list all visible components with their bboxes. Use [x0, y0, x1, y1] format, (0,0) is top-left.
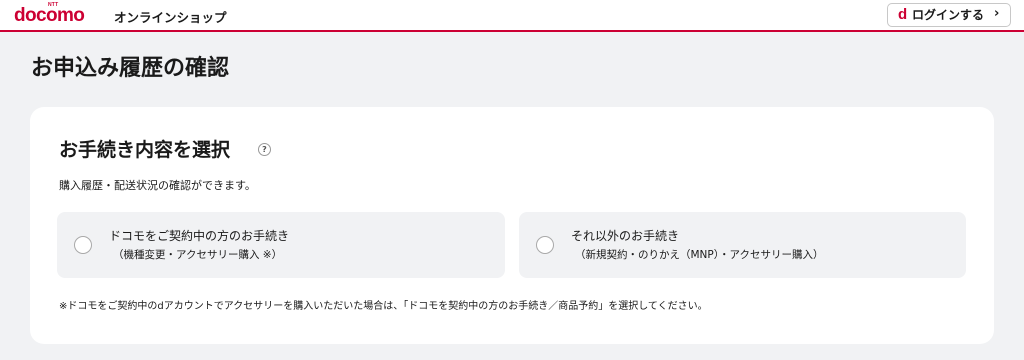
logo-wordmark: docomo: [14, 5, 85, 26]
option-sublabel: （新規契約・のりかえ（MNP）・アクセサリー購入）: [575, 249, 824, 261]
login-button[interactable]: d ログインする ›: [887, 3, 1011, 27]
site-header: NTT docomo オンラインショップ d ログインする ›: [0, 0, 1024, 32]
option-sublabel: （機種変更・アクセサリー購入 ※）: [113, 249, 283, 261]
radio-button[interactable]: [74, 236, 92, 254]
radio-button[interactable]: [536, 236, 554, 254]
section-title: お手続き内容を選択: [59, 139, 231, 161]
procedure-select-card: お手続き内容を選択 ? 購入履歴・配送状況の確認ができます。 ドコモをご契約中の…: [30, 107, 994, 344]
page-title: お申込み履歴の確認: [31, 56, 230, 81]
section-description: 購入履歴・配送状況の確認ができます。: [59, 179, 256, 192]
accessory-note: ※ドコモをご契約中のdアカウントでアクセサリーを購入いただいた場合は、「ドコモを…: [59, 301, 708, 312]
chevron-right-icon: ›: [994, 6, 1000, 21]
login-button-label: ログインする: [912, 8, 985, 22]
logo-subtitle: オンラインショップ: [114, 10, 227, 25]
help-icon[interactable]: ?: [258, 143, 271, 156]
option-other-procedures[interactable]: それ以外のお手続き （新規契約・のりかえ（MNP）・アクセサリー購入）: [519, 212, 966, 278]
option-label: ドコモをご契約中の方のお手続き: [109, 229, 290, 243]
option-label: それ以外のお手続き: [571, 229, 680, 243]
d-account-icon: d: [898, 6, 908, 23]
option-docomo-contract[interactable]: ドコモをご契約中の方のお手続き （機種変更・アクセサリー購入 ※）: [57, 212, 505, 278]
